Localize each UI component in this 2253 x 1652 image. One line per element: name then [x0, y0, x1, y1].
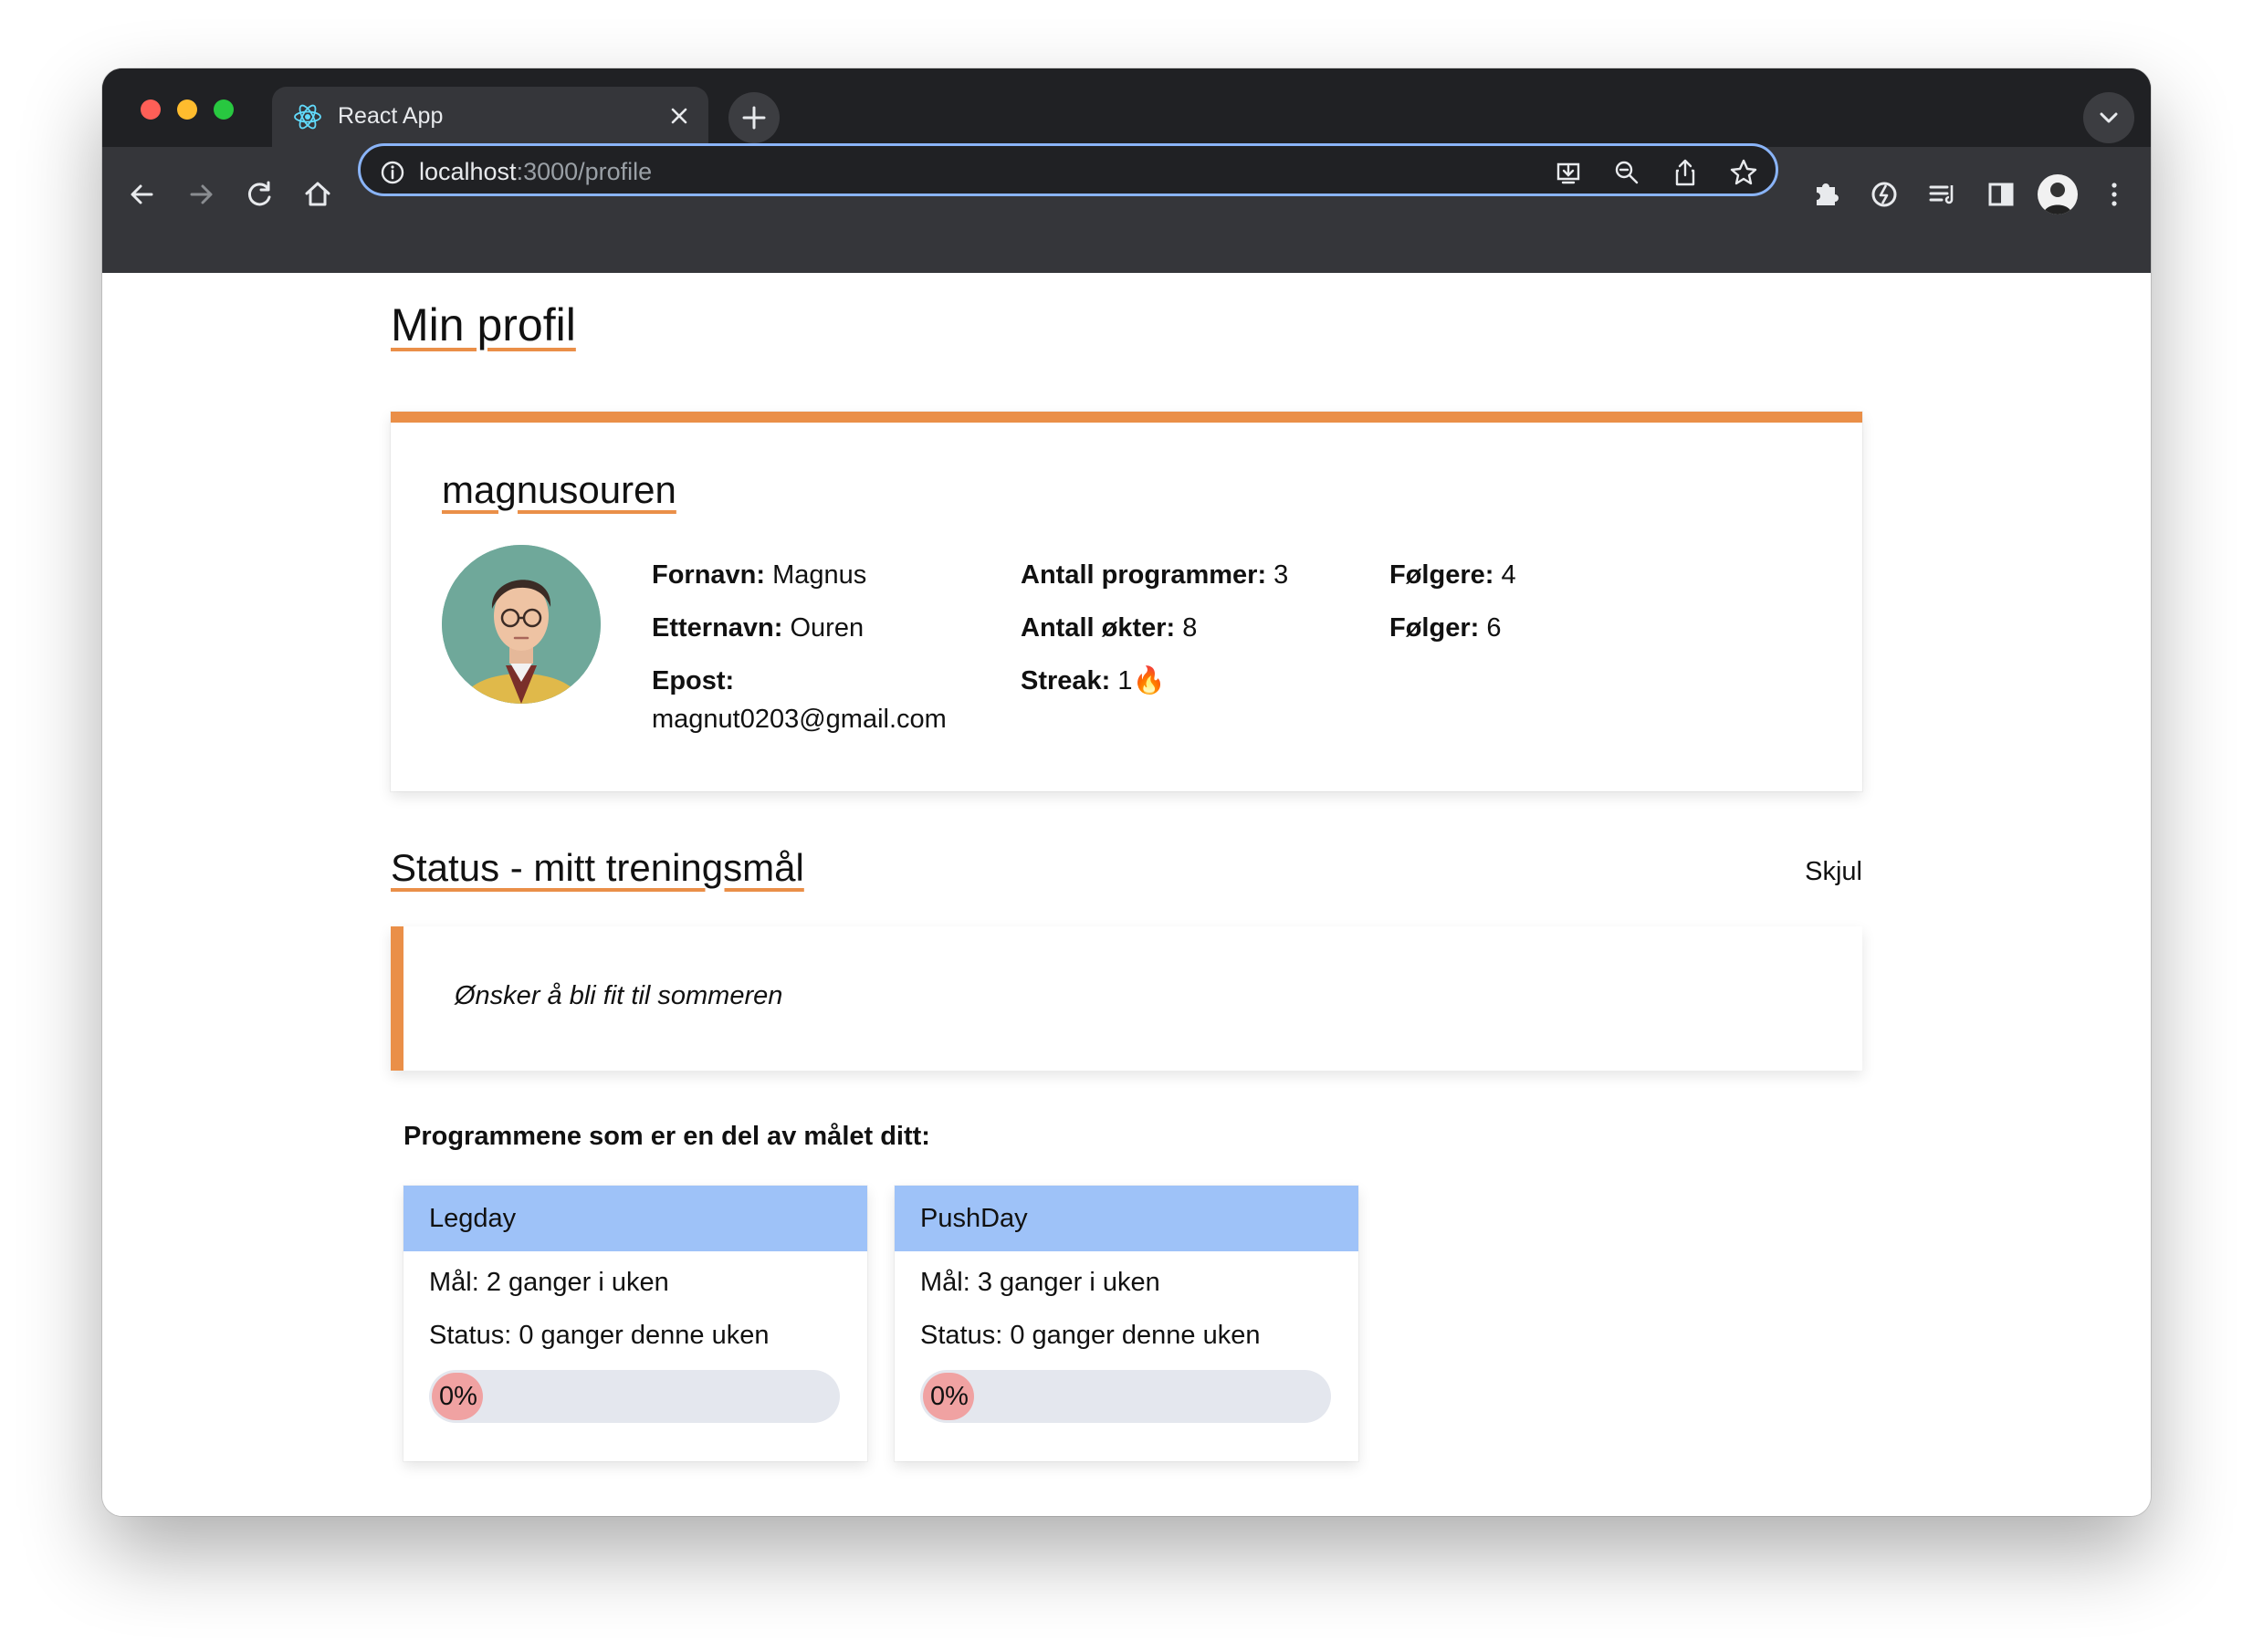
reload-icon[interactable]	[239, 174, 279, 214]
progress-fill: 0%	[432, 1373, 483, 1420]
email-row: Epost: magnut0203@gmail.com	[652, 662, 1017, 738]
home-icon[interactable]	[298, 174, 338, 214]
performance-icon[interactable]	[1864, 174, 1904, 214]
zoom-icon[interactable]	[1611, 157, 1642, 188]
status-heading: Status - mitt treningsmål	[391, 846, 804, 889]
browser-toolbar: localhost:3000/profile	[102, 143, 2151, 273]
side-panel-icon[interactable]	[1981, 174, 2021, 214]
close-window-button[interactable]	[141, 99, 161, 120]
page-content: Min profil magnusouren Fornavn: Magnus E…	[102, 273, 2151, 1516]
profile-info-social: Følgere: 4 Følger: 6	[1389, 549, 1755, 654]
username-heading: magnusouren	[442, 468, 676, 511]
followers-value: 4	[1501, 560, 1516, 590]
first-name-row: Fornavn: Magnus	[652, 549, 1017, 601]
sessions-count-value: 8	[1182, 613, 1198, 643]
streak-row: Streak: 1🔥	[1021, 654, 1386, 707]
reading-list-icon[interactable]	[1923, 174, 1963, 214]
followers-label: Følgere:	[1389, 560, 1494, 590]
browser-chrome: React App localhost:3000/profile	[102, 68, 2151, 273]
followers-row: Følgere: 4	[1389, 549, 1755, 601]
progress-fill: 0%	[923, 1373, 974, 1420]
program-name: Legday	[403, 1186, 867, 1251]
program-status: Status: 0 ganger denne uken	[920, 1321, 1261, 1350]
tab-search-button[interactable]	[2083, 92, 2134, 143]
tab-react-app[interactable]: React App	[272, 87, 708, 147]
programs-count-value: 3	[1273, 560, 1289, 590]
sessions-count-label: Antall økter:	[1021, 613, 1176, 643]
hide-button[interactable]: Skjul	[1805, 857, 1862, 887]
back-arrow-icon[interactable]	[122, 174, 162, 214]
forward-arrow-icon[interactable]	[181, 174, 221, 214]
bookmark-star-icon[interactable]	[1728, 157, 1759, 188]
url-host: localhost	[419, 158, 517, 185]
url-text: localhost:3000/profile	[419, 158, 652, 186]
profile-card: magnusouren Fornavn: Magnus Etternavn: O…	[391, 412, 1862, 791]
streak-value: 1🔥	[1117, 666, 1166, 695]
avatar	[442, 545, 601, 704]
program-status: Status: 0 ganger denne uken	[429, 1321, 770, 1350]
following-label: Følger:	[1389, 613, 1480, 643]
new-tab-button[interactable]	[728, 92, 780, 143]
more-menu-icon[interactable]	[2094, 174, 2134, 214]
program-name: PushDay	[895, 1186, 1358, 1251]
programs-count-label: Antall programmer:	[1021, 560, 1267, 590]
following-value: 6	[1486, 613, 1502, 643]
url-path: :3000/profile	[516, 158, 653, 185]
plus-icon	[742, 106, 766, 130]
last-name-label: Etternavn:	[652, 613, 783, 643]
sessions-count-row: Antall økter: 8	[1021, 601, 1386, 654]
extensions-puzzle-icon[interactable]	[1806, 174, 1846, 214]
tab-strip: React App	[102, 68, 2151, 147]
last-name-row: Etternavn: Ouren	[652, 601, 1017, 654]
program-goal: Mål: 3 ganger i uken	[920, 1268, 1160, 1297]
profile-info-personal: Fornavn: Magnus Etternavn: Ouren Epost: …	[652, 549, 1017, 738]
share-icon[interactable]	[1670, 157, 1701, 188]
goal-box: Ønsker å bli fit til sommeren	[391, 926, 1862, 1071]
browser-window: React App localhost:3000/profile Min pro…	[102, 68, 2151, 1516]
tab-title: React App	[338, 103, 444, 129]
person-icon	[2043, 183, 2072, 214]
react-icon	[294, 104, 321, 130]
email-value: magnut0203@gmail.com	[652, 705, 947, 734]
streak-label: Streak:	[1021, 666, 1111, 695]
first-name-value: Magnus	[772, 560, 867, 590]
goal-text: Ønsker å bli fit til sommeren	[455, 981, 783, 1010]
last-name-value: Ouren	[790, 613, 865, 643]
programs-label: Programmene som er en del av målet ditt:	[403, 1122, 930, 1151]
first-name-label: Fornavn:	[652, 560, 766, 590]
following-row: Følger: 6	[1389, 601, 1755, 654]
program-goal: Mål: 2 ganger i uken	[429, 1268, 669, 1297]
profile-info-stats: Antall programmer: 3 Antall økter: 8 Str…	[1021, 549, 1386, 707]
close-icon[interactable]	[665, 101, 694, 131]
progress-bar: 0%	[920, 1370, 1331, 1423]
email-label: Epost:	[652, 666, 735, 695]
program-card-pushday[interactable]: PushDay Mål: 3 ganger i uken Status: 0 g…	[895, 1186, 1358, 1461]
address-bar[interactable]: localhost:3000/profile	[358, 143, 1778, 196]
page-title: Min profil	[391, 299, 576, 350]
install-app-icon[interactable]	[1553, 157, 1584, 188]
profile-avatar[interactable]	[2038, 174, 2078, 214]
chevron-down-icon	[2100, 112, 2118, 123]
maximize-window-button[interactable]	[214, 99, 234, 120]
minimize-window-button[interactable]	[177, 99, 197, 120]
program-card-legday[interactable]: Legday Mål: 2 ganger i uken Status: 0 ga…	[403, 1186, 867, 1461]
programs-count-row: Antall programmer: 3	[1021, 549, 1386, 601]
progress-bar: 0%	[429, 1370, 840, 1423]
info-icon[interactable]	[377, 157, 408, 188]
avatar-portrait-icon	[442, 545, 601, 704]
